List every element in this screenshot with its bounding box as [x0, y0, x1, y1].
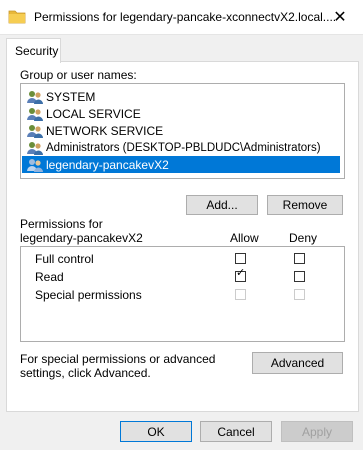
advanced-hint: For special permissions or advanced sett…	[20, 352, 216, 380]
apply-button[interactable]: Apply	[281, 421, 353, 442]
close-button[interactable]: ✕	[317, 0, 363, 34]
close-icon: ✕	[333, 9, 347, 26]
check-icon: ✓	[236, 267, 246, 279]
permission-label: Read	[35, 270, 64, 284]
deny-column-header: Deny	[289, 231, 318, 245]
users-group-icon	[27, 107, 43, 121]
tab-security-label: Security	[15, 44, 59, 58]
user-item-label: SYSTEM	[46, 89, 96, 104]
users-group-icon	[27, 141, 43, 155]
user-list[interactable]: SYSTEM LOCAL SERVICE NETWORK SERVICE Adm…	[20, 83, 345, 179]
add-button[interactable]: Add...	[186, 195, 258, 215]
users-group-icon	[27, 90, 43, 104]
permission-label: Special permissions	[35, 288, 142, 302]
ok-button[interactable]: OK	[120, 421, 192, 442]
user-item-network-service[interactable]: NETWORK SERVICE	[22, 122, 340, 139]
title-bar: Permissions for legendary-pancake-xconne…	[0, 0, 363, 35]
group-list-label: Group or user names:	[20, 68, 137, 82]
folder-icon	[8, 10, 26, 24]
remove-button[interactable]: Remove	[267, 195, 343, 215]
permissions-table: Full control Read ✓ Special permissions	[20, 246, 345, 342]
apply-button-label: Apply	[301, 424, 333, 439]
allow-column-header: Allow	[230, 231, 259, 245]
permissions-subject: legendary-pancakevX2	[20, 231, 143, 245]
read-deny-checkbox[interactable]	[294, 271, 305, 282]
users-group-icon	[27, 124, 43, 138]
user-item-label: LOCAL SERVICE	[46, 106, 141, 121]
read-allow-checkbox[interactable]: ✓	[235, 267, 246, 282]
ok-button-label: OK	[147, 424, 165, 439]
user-item-local-service[interactable]: LOCAL SERVICE	[22, 105, 340, 122]
special-permissions-allow-checkbox	[235, 289, 246, 300]
special-permissions-deny-checkbox	[294, 289, 305, 300]
users-group-icon	[27, 158, 43, 172]
user-item-label: NETWORK SERVICE	[46, 123, 164, 138]
user-item-legendary-pancakevX2[interactable]: legendary-pancakevX2	[22, 156, 340, 173]
full-control-deny-checkbox[interactable]	[294, 253, 305, 264]
cancel-button-label: Cancel	[217, 424, 255, 439]
user-item-label: Administrators (DESKTOP-PBLDUDC\Administ…	[46, 141, 321, 154]
remove-button-label: Remove	[282, 198, 328, 212]
add-button-label: Add...	[206, 198, 238, 212]
window-title: Permissions for legendary-pancake-xconne…	[34, 10, 337, 24]
permission-label: Full control	[35, 252, 94, 266]
user-item-administrators[interactable]: Administrators (DESKTOP-PBLDUDC\Administ…	[22, 139, 340, 156]
advanced-button[interactable]: Advanced	[252, 352, 343, 374]
permissions-title: Permissions for	[20, 217, 103, 231]
full-control-allow-checkbox[interactable]	[235, 253, 246, 264]
user-item-label: legendary-pancakevX2	[46, 157, 169, 172]
cancel-button[interactable]: Cancel	[200, 421, 272, 442]
advanced-button-label: Advanced	[270, 356, 325, 370]
tab-security[interactable]: Security	[6, 38, 61, 63]
user-item-system[interactable]: SYSTEM	[22, 88, 340, 105]
